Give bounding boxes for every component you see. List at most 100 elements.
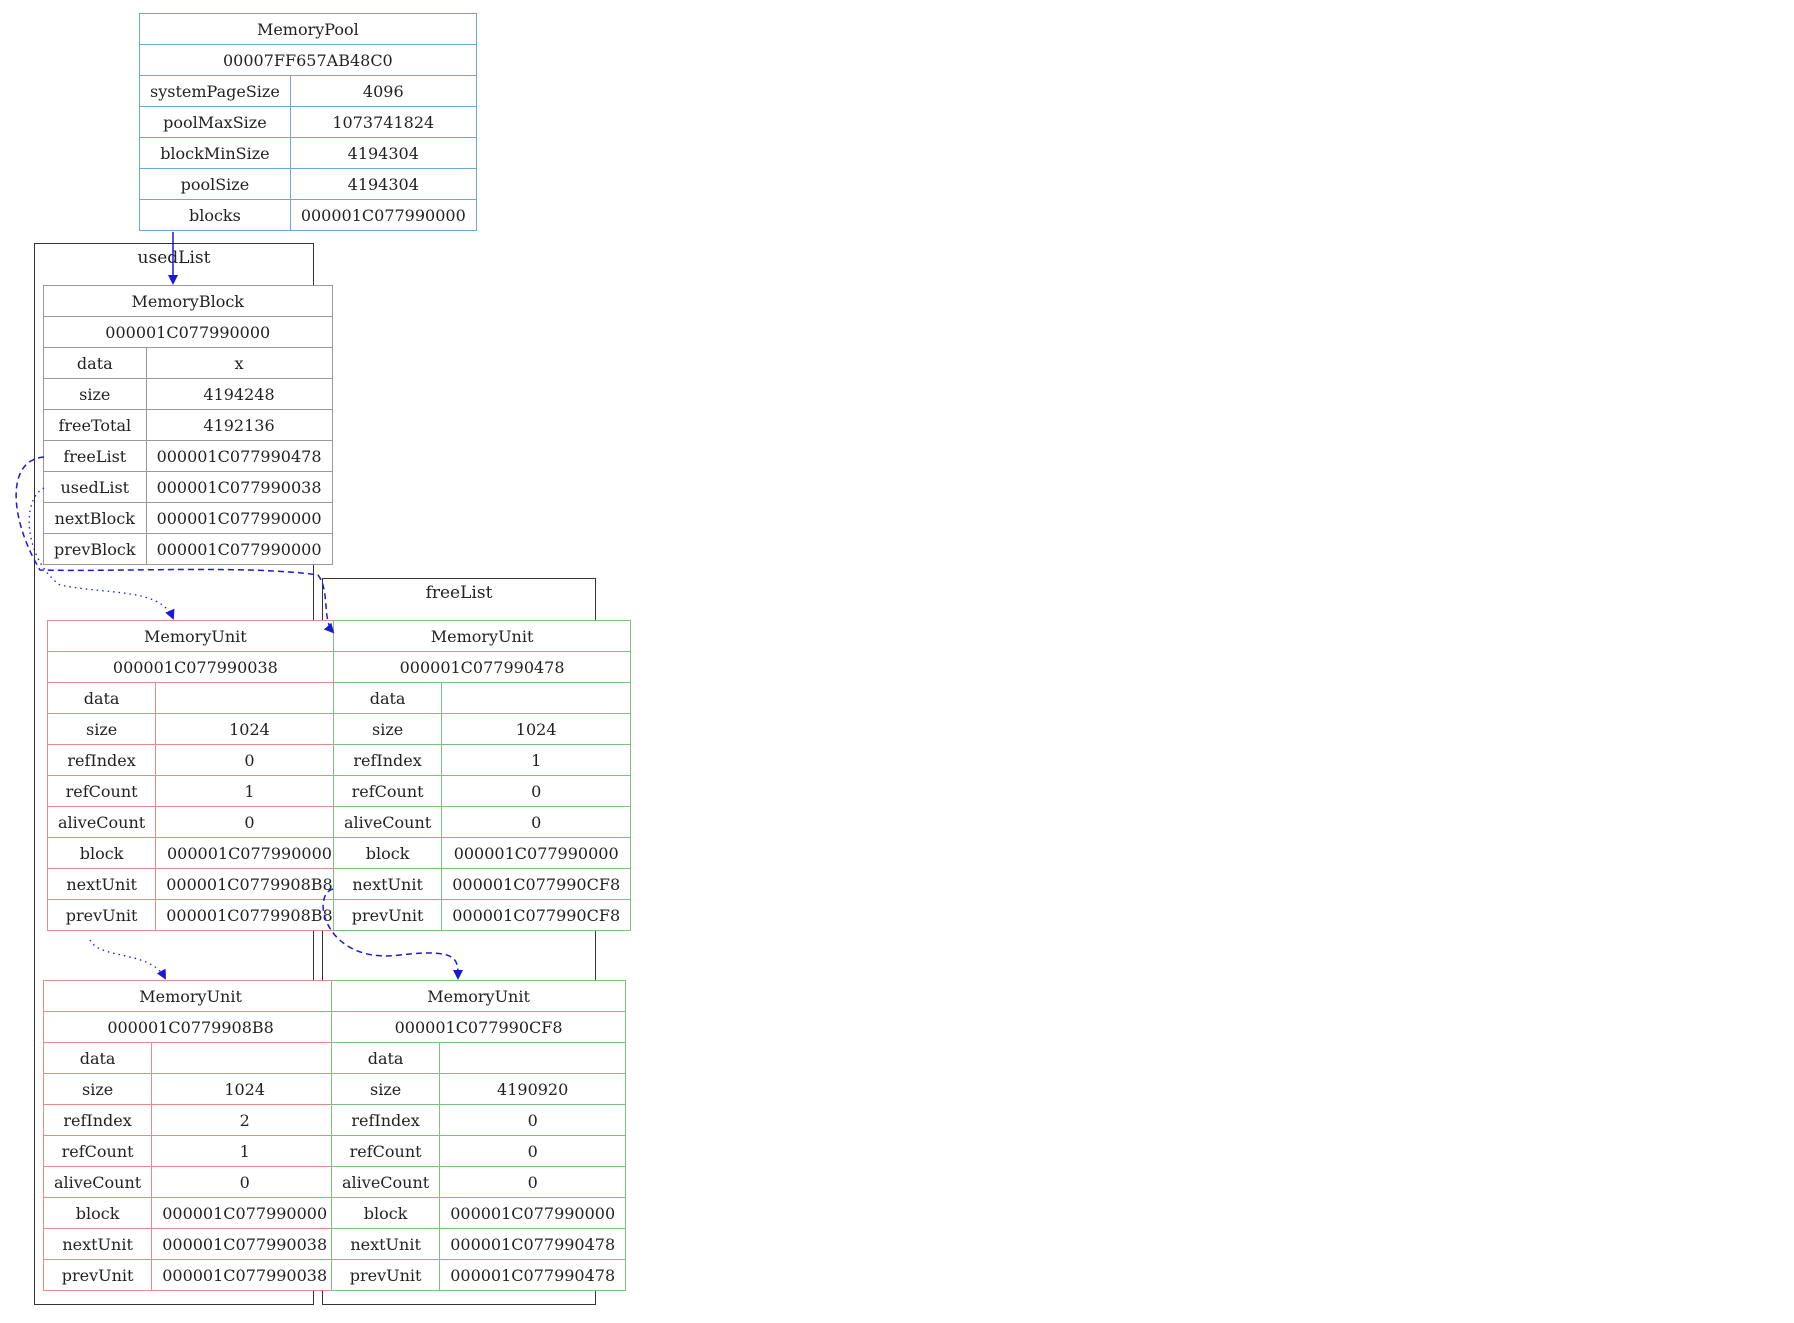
field-key: prevUnit bbox=[46, 899, 157, 931]
field-key: size bbox=[330, 1073, 441, 1105]
field-value: 0 bbox=[439, 1166, 627, 1198]
field-key: blocks bbox=[139, 199, 291, 231]
node-title: MemoryUnit bbox=[42, 980, 339, 1012]
used-unit-node-1: MemoryUnit 000001C077990038 data size 102… bbox=[46, 620, 344, 931]
field-key: usedList bbox=[43, 471, 147, 503]
node-title: MemoryPool bbox=[139, 13, 477, 45]
node-title: MemoryUnit bbox=[47, 620, 344, 652]
field-value: 000001C077990000 bbox=[289, 199, 477, 231]
field-key: refIndex bbox=[42, 1104, 153, 1136]
field-value bbox=[439, 1042, 627, 1074]
field-key: block bbox=[46, 837, 157, 869]
field-key: refIndex bbox=[330, 1104, 441, 1136]
field-value: 0 bbox=[439, 1135, 627, 1167]
field-key: aliveCount bbox=[46, 806, 157, 838]
field-key: size bbox=[46, 713, 157, 745]
field-key: poolSize bbox=[139, 168, 291, 200]
field-value: 000001C077990038 bbox=[151, 1228, 339, 1260]
field-value: 4194304 bbox=[289, 137, 477, 169]
field-key: block bbox=[330, 1197, 441, 1229]
field-value bbox=[155, 682, 344, 714]
field-key: refCount bbox=[42, 1135, 153, 1167]
node-title: MemoryBlock bbox=[43, 285, 333, 317]
field-key: aliveCount bbox=[42, 1166, 153, 1198]
field-key: refIndex bbox=[332, 744, 443, 776]
field-key: systemPageSize bbox=[139, 75, 291, 107]
node-address: 000001C077990000 bbox=[43, 316, 333, 348]
field-value: 4192136 bbox=[145, 409, 333, 441]
field-value: 000001C077990000 bbox=[145, 502, 333, 534]
node-address: 000001C077990478 bbox=[332, 651, 632, 683]
node-title: MemoryUnit bbox=[330, 980, 627, 1012]
field-value bbox=[441, 682, 632, 714]
free-unit-node-1: MemoryUnit 000001C077990478 data size 102… bbox=[332, 620, 632, 931]
field-value: 4096 bbox=[289, 75, 477, 107]
field-key: nextUnit bbox=[46, 868, 157, 900]
memory-block-node: MemoryBlock 000001C077990000 data x size 4… bbox=[43, 285, 333, 565]
field-value: 000001C0779908B8 bbox=[155, 868, 344, 900]
field-value: 000001C077990000 bbox=[155, 837, 344, 869]
field-key: refIndex bbox=[46, 744, 157, 776]
field-value: 0 bbox=[441, 806, 632, 838]
field-value: 000001C0779908B8 bbox=[155, 899, 344, 931]
field-key: refCount bbox=[330, 1135, 441, 1167]
field-value: 1 bbox=[151, 1135, 339, 1167]
field-value: 1024 bbox=[155, 713, 344, 745]
field-value: 000001C077990000 bbox=[151, 1197, 339, 1229]
field-key: data bbox=[43, 347, 147, 379]
field-key: prevBlock bbox=[43, 533, 147, 565]
field-value: 0 bbox=[155, 744, 344, 776]
field-key: aliveCount bbox=[330, 1166, 441, 1198]
field-value: 000001C077990478 bbox=[145, 440, 333, 472]
field-value: 4194304 bbox=[289, 168, 477, 200]
field-key: nextUnit bbox=[42, 1228, 153, 1260]
used-unit-node-2: MemoryUnit 000001C0779908B8 data size 102… bbox=[42, 980, 339, 1291]
field-value: 1024 bbox=[441, 713, 632, 745]
field-value: 000001C077990478 bbox=[439, 1259, 627, 1291]
field-value: 0 bbox=[441, 775, 632, 807]
field-value: 4190920 bbox=[439, 1073, 627, 1105]
field-key: block bbox=[332, 837, 443, 869]
field-key: prevUnit bbox=[332, 899, 443, 931]
field-value: 2 bbox=[151, 1104, 339, 1136]
field-value: 000001C077990000 bbox=[439, 1197, 627, 1229]
field-value: 000001C077990038 bbox=[151, 1259, 339, 1291]
field-key: nextUnit bbox=[332, 868, 443, 900]
node-address: 000001C0779908B8 bbox=[42, 1011, 339, 1043]
field-key: data bbox=[332, 682, 443, 714]
field-key: block bbox=[42, 1197, 153, 1229]
field-key: freeTotal bbox=[43, 409, 147, 441]
field-key: nextBlock bbox=[43, 502, 147, 534]
field-value: 1024 bbox=[151, 1073, 339, 1105]
field-key: poolMaxSize bbox=[139, 106, 291, 138]
field-key: freeList bbox=[43, 440, 147, 472]
field-value: 000001C077990478 bbox=[439, 1228, 627, 1260]
field-value: x bbox=[145, 347, 333, 379]
field-value bbox=[151, 1042, 339, 1074]
free-unit-node-2: MemoryUnit 000001C077990CF8 data size 419… bbox=[330, 980, 627, 1291]
field-key: data bbox=[330, 1042, 441, 1074]
field-value: 0 bbox=[155, 806, 344, 838]
free-list-label: freeList bbox=[425, 583, 493, 603]
field-value: 1073741824 bbox=[289, 106, 477, 138]
field-key: refCount bbox=[46, 775, 157, 807]
field-key: data bbox=[46, 682, 157, 714]
node-address: 000001C077990038 bbox=[47, 651, 344, 683]
field-value: 000001C077990CF8 bbox=[441, 899, 632, 931]
field-value: 1 bbox=[441, 744, 632, 776]
field-key: aliveCount bbox=[332, 806, 443, 838]
field-value: 1 bbox=[155, 775, 344, 807]
field-key: nextUnit bbox=[330, 1228, 441, 1260]
field-value: 4194248 bbox=[145, 378, 333, 410]
field-key: blockMinSize bbox=[139, 137, 291, 169]
field-value: 0 bbox=[151, 1166, 339, 1198]
field-value: 0 bbox=[439, 1104, 627, 1136]
field-key: refCount bbox=[332, 775, 443, 807]
field-value: 000001C077990000 bbox=[441, 837, 632, 869]
field-value: 000001C077990038 bbox=[145, 471, 333, 503]
node-address: 000001C077990CF8 bbox=[330, 1011, 627, 1043]
field-key: prevUnit bbox=[42, 1259, 153, 1291]
field-key: size bbox=[332, 713, 443, 745]
field-value: 000001C077990CF8 bbox=[441, 868, 632, 900]
field-value: 000001C077990000 bbox=[145, 533, 333, 565]
